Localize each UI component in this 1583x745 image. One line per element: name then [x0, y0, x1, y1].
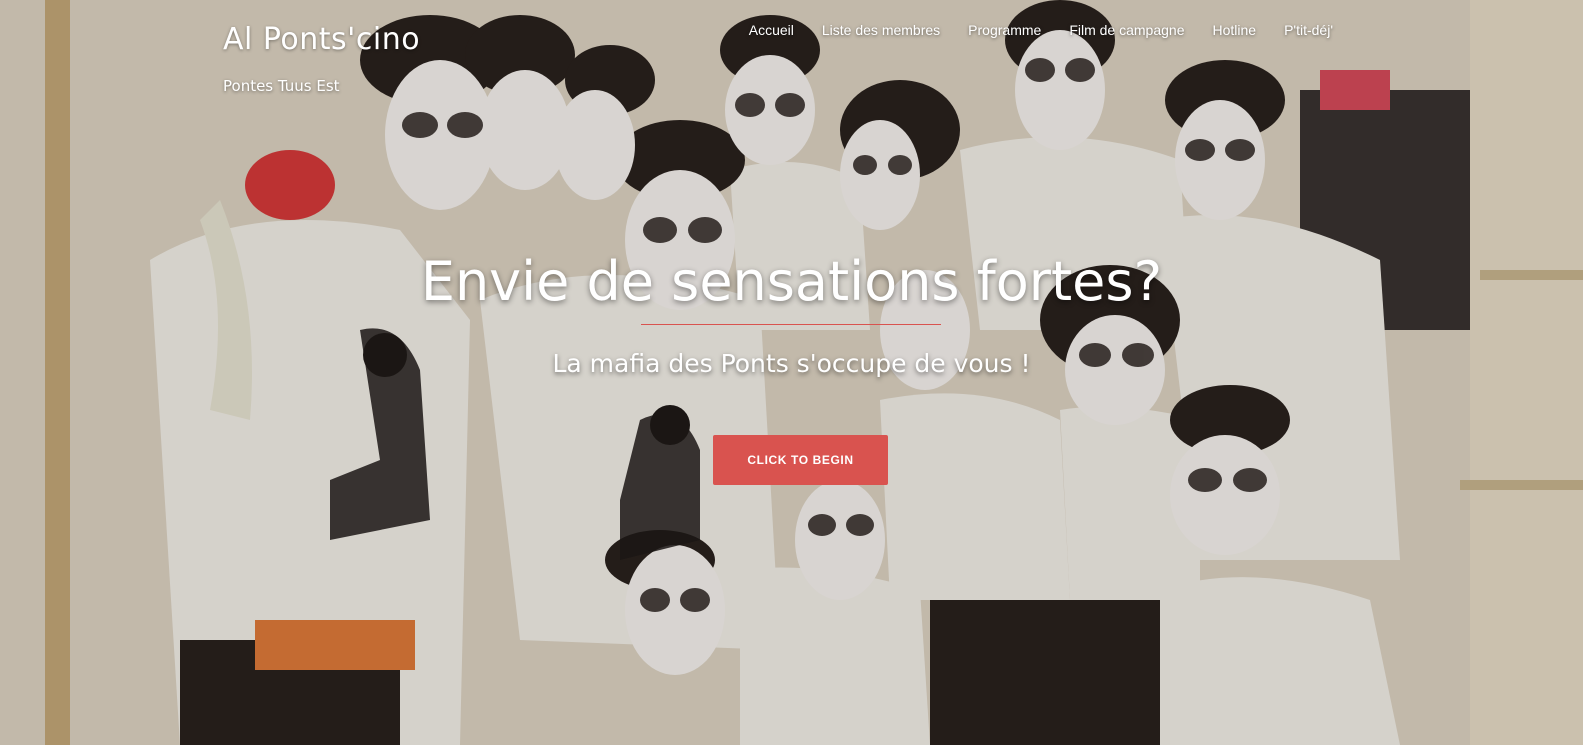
nav-item-ptit-dej[interactable]: P'tit-déj' [1284, 22, 1333, 38]
hero-subheadline: La mafia des Ponts s'occupe de vous ! [552, 349, 1031, 378]
nav-item-accueil[interactable]: Accueil [749, 22, 794, 38]
nav-item-liste-des-membres[interactable]: Liste des membres [822, 22, 940, 38]
click-to-begin-button[interactable]: CLICK TO BEGIN [713, 435, 888, 485]
nav-item-hotline[interactable]: Hotline [1212, 22, 1256, 38]
site-tagline: Pontes Tuus Est [223, 77, 340, 95]
hero-section: Al Ponts'cino Pontes Tuus Est Accueil Li… [0, 0, 1583, 745]
hero-headline: Envie de sensations fortes? [420, 250, 1163, 313]
nav-item-film-de-campagne[interactable]: Film de campagne [1069, 22, 1184, 38]
site-brand[interactable]: Al Ponts'cino [223, 22, 420, 57]
nav-item-programme[interactable]: Programme [968, 22, 1041, 38]
headline-divider [641, 324, 941, 325]
main-navigation: Accueil Liste des membres Programme Film… [749, 22, 1333, 38]
